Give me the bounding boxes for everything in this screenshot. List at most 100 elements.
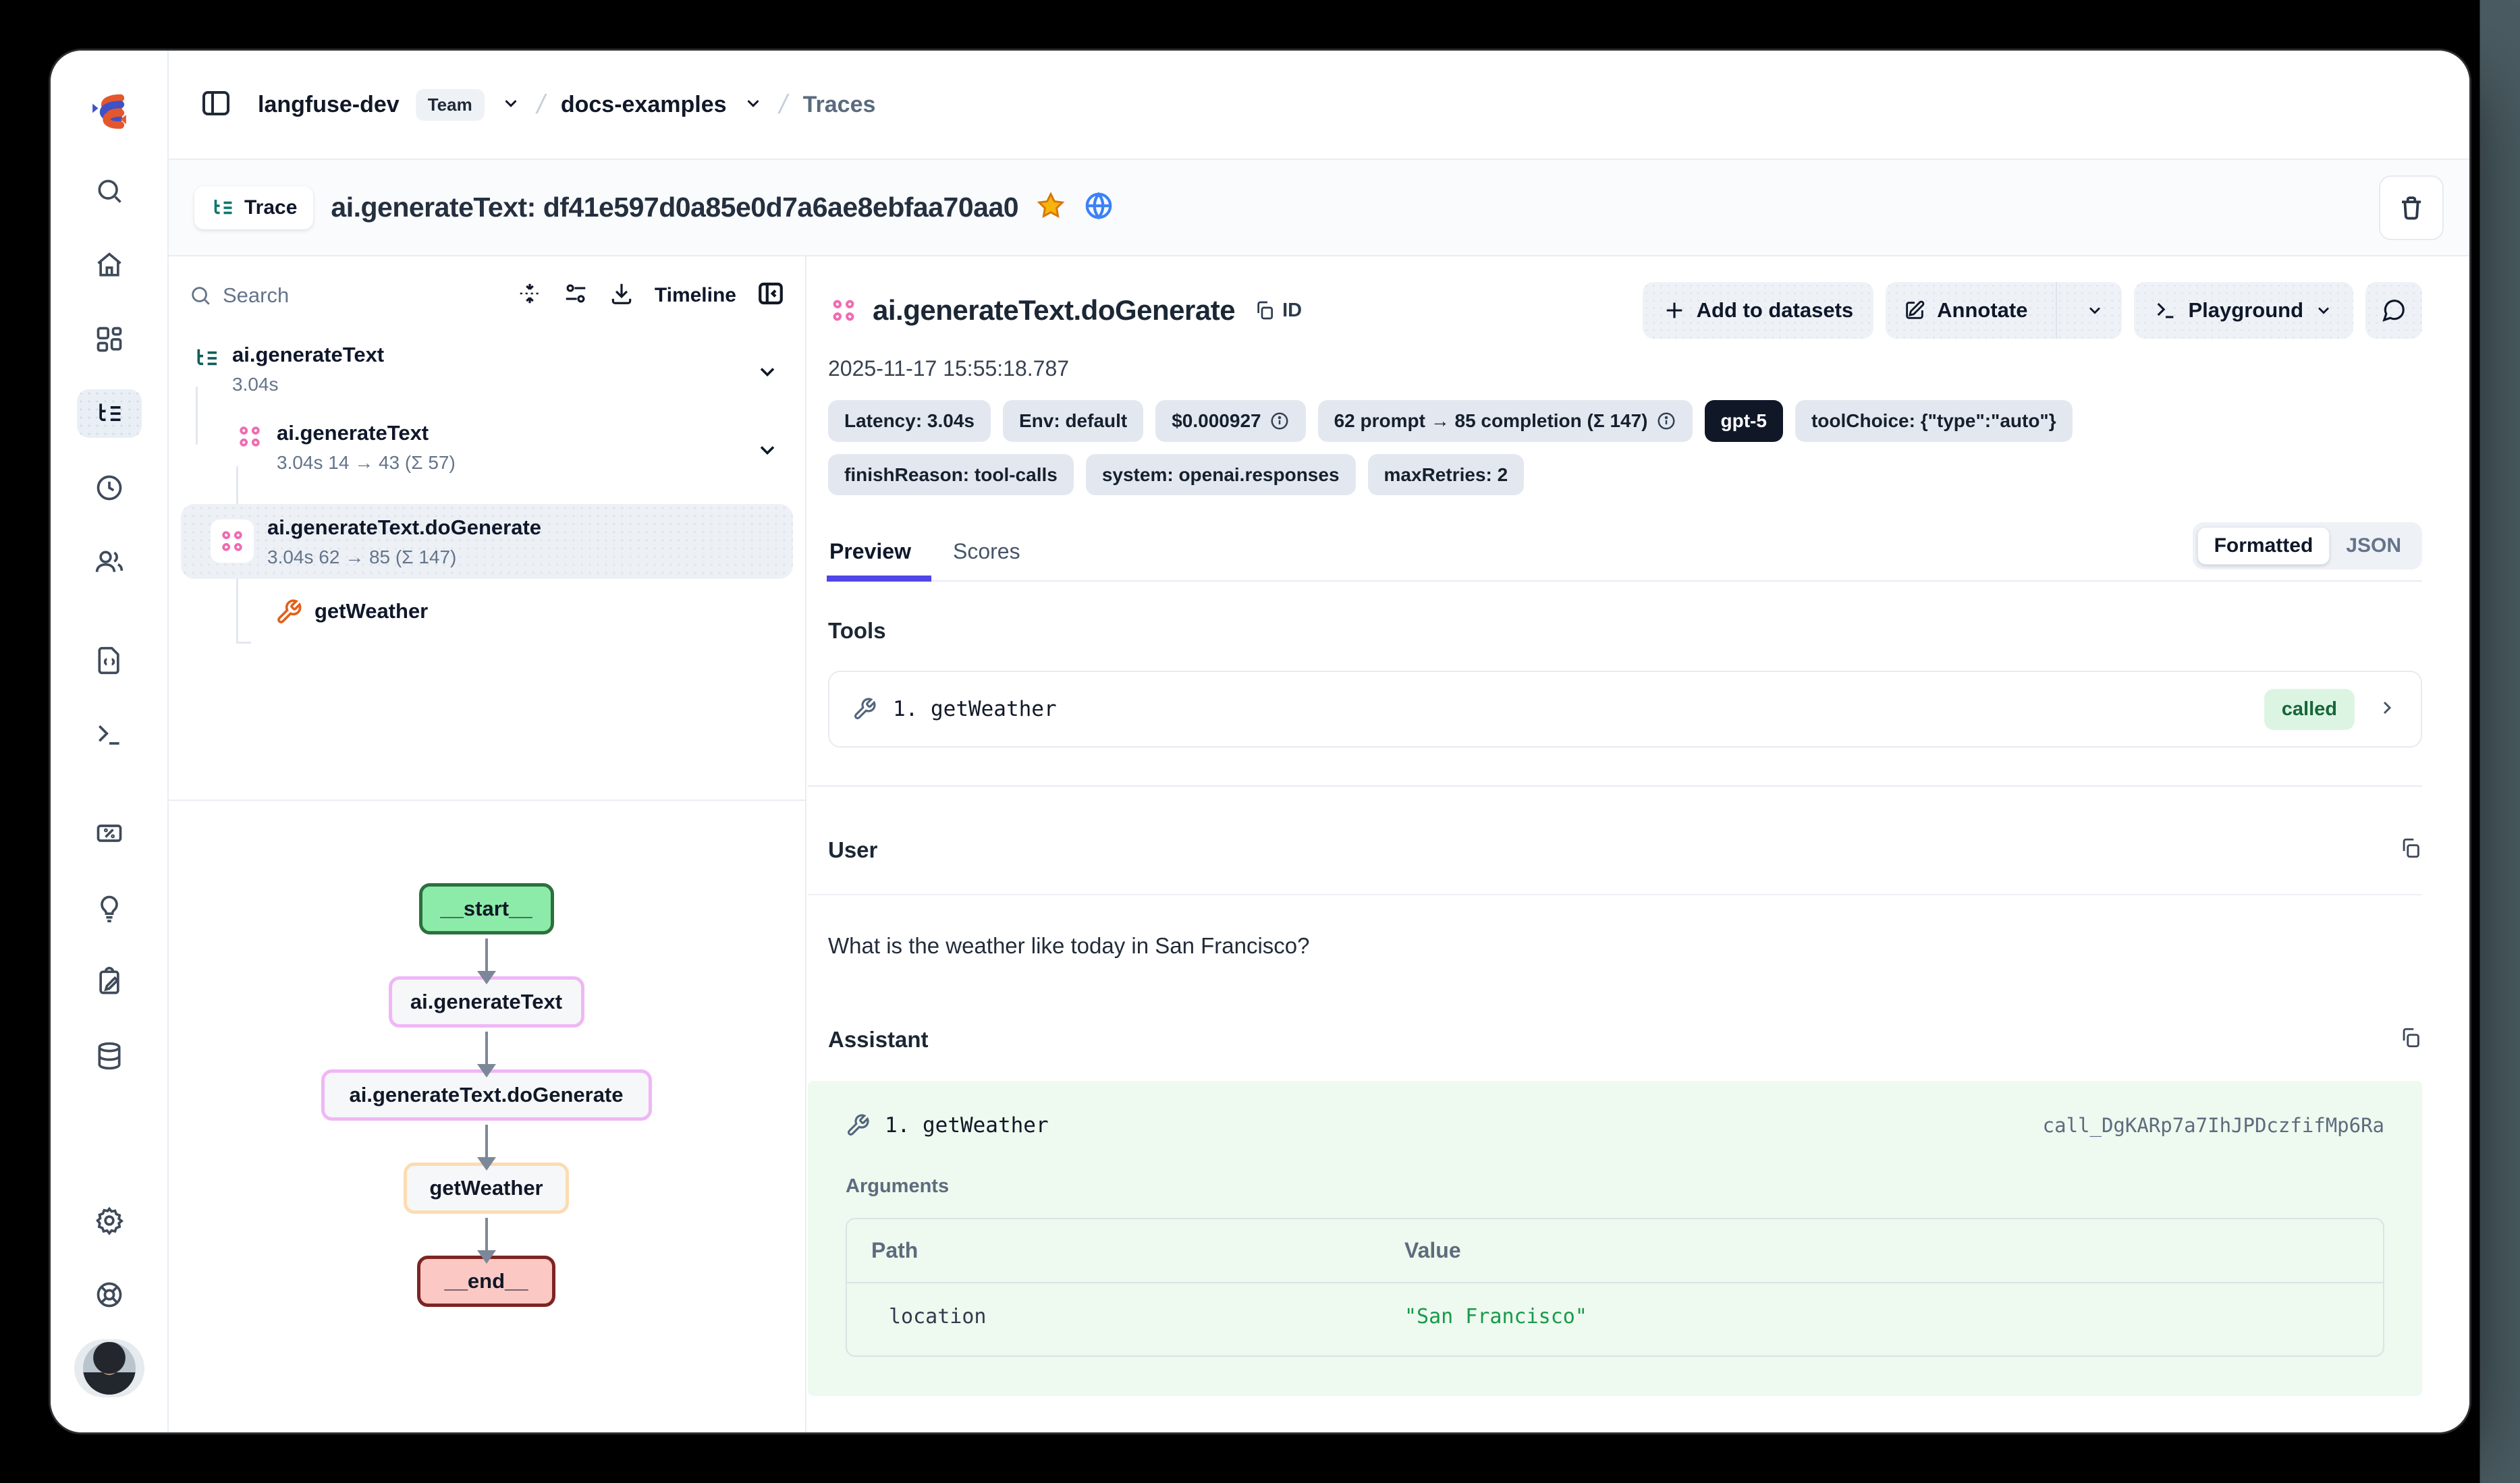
arguments-table-row: location "San Francisco" (847, 1283, 2383, 1355)
collapse-panel-icon[interactable] (757, 279, 785, 311)
copy-icon (2399, 1026, 2422, 1049)
public-globe-icon[interactable] (1083, 190, 1114, 225)
breadcrumb-separator: / (776, 90, 790, 120)
sidebar-item-scores[interactable] (77, 809, 142, 858)
agent-graph: __start__ ai.generateText ai.generateTex… (169, 801, 804, 1432)
sidebar-item-users[interactable] (77, 538, 142, 586)
token-usage-badge[interactable]: 62 prompt → 85 completion (Σ 147) (1318, 400, 1693, 442)
annotate-dropdown-button[interactable] (2068, 282, 2122, 339)
tab-scores[interactable]: Scores (952, 539, 1024, 580)
chevron-down-icon[interactable] (755, 438, 779, 466)
bookmark-star-icon[interactable] (1036, 191, 1066, 224)
user-section-heading: User (828, 837, 877, 863)
lightbulb-icon (94, 893, 124, 922)
tool-called-badge: called (2264, 689, 2355, 730)
sidebar-item-evaluators[interactable] (77, 883, 142, 932)
sidebar-item-settings[interactable] (77, 1196, 142, 1245)
user-avatar[interactable] (74, 1339, 144, 1397)
timeline-toggle[interactable]: Timeline (655, 284, 736, 307)
path-column-header: Path (871, 1238, 1404, 1263)
argument-path: location (871, 1305, 1404, 1328)
tree-toolbar: Timeline (169, 256, 805, 325)
tree-node-meta: 3.04s 62 → 85 (Σ 147) (267, 547, 541, 568)
delete-trace-button[interactable] (2379, 175, 2444, 240)
playground-button[interactable]: Playground (2134, 282, 2353, 339)
comment-bubble-icon (2381, 298, 2407, 323)
argument-value: "San Francisco" (1404, 1305, 1587, 1328)
format-json-option[interactable]: JSON (2330, 528, 2417, 564)
tree-node-label: getWeather (314, 598, 428, 625)
sidebar-item-sessions[interactable] (77, 464, 142, 512)
sidebar-item-support[interactable] (77, 1270, 142, 1319)
tree-node-generation[interactable]: ai.generateText 3.04s 14 → 43 (Σ 57) (185, 420, 789, 500)
chevron-down-icon[interactable] (501, 93, 521, 117)
sidebar-item-datasets[interactable] (77, 1032, 142, 1080)
search-icon (189, 284, 212, 307)
trace-tree-icon (94, 399, 124, 428)
clipboard-pen-icon (94, 967, 124, 997)
download-icon[interactable] (609, 281, 634, 310)
sidebar-toggle-icon[interactable] (200, 87, 232, 123)
cost-badge[interactable]: $0.000927 (1155, 400, 1305, 442)
breadcrumb-environment[interactable]: docs-examples (561, 92, 727, 118)
trash-icon (2397, 194, 2426, 222)
finish-reason-badge: finishReason: tool-calls (828, 454, 1074, 496)
observation-timestamp: 2025-11-17 15:55:18.787 (828, 356, 2422, 381)
sidebar-item-tracing[interactable] (77, 389, 142, 438)
tools-section-heading: Tools (828, 618, 2422, 644)
tree-node-label: ai.generateText (232, 342, 384, 368)
copy-user-content-button[interactable] (2399, 837, 2422, 863)
chevron-right-icon[interactable] (2376, 697, 2398, 722)
collapse-all-icon[interactable] (517, 281, 543, 310)
trace-title: ai.generateText: df41e597d0a85e0d7a6ae8e… (331, 192, 1018, 223)
arguments-table-header: Path Value (847, 1219, 2383, 1283)
chevron-down-icon[interactable] (743, 93, 763, 117)
sidebar-item-prompts[interactable] (77, 636, 142, 685)
tree-node-trace[interactable]: ai.generateText 3.04s (185, 342, 789, 420)
sidebar-item-dashboards[interactable] (77, 315, 142, 364)
tool-definition-row[interactable]: 1. getWeather called (828, 671, 2422, 748)
sidebar-item-playground[interactable] (77, 710, 142, 759)
tree-node-tool[interactable]: getWeather (185, 588, 789, 636)
terminal-icon (2154, 299, 2177, 322)
assistant-tool-call-block: 1. getWeather call_DgKARp7a7IhJPDczfifMp… (808, 1081, 2422, 1396)
copy-assistant-content-button[interactable] (2399, 1026, 2422, 1053)
chevron-down-icon[interactable] (755, 360, 779, 387)
search-input[interactable] (223, 283, 358, 308)
tab-preview[interactable]: Preview (828, 539, 915, 580)
percent-box-icon (94, 818, 124, 848)
copy-icon (2399, 837, 2422, 860)
comments-button[interactable] (2365, 282, 2422, 339)
user-section-heading-row: User (828, 837, 2422, 863)
tool-call-id: call_DgKARp7a7IhJPDczfifMp6Ra (2043, 1114, 2384, 1137)
top-navigation-bar: langfuse-dev Team / docs-examples / Trac… (169, 51, 2469, 160)
sidebar-item-annotation[interactable] (77, 957, 142, 1006)
breadcrumb-project[interactable]: langfuse-dev (258, 92, 400, 118)
copy-id-button[interactable]: ID (1254, 300, 1302, 322)
format-formatted-option[interactable]: Formatted (2197, 527, 2330, 565)
graph-node-start[interactable]: __start__ (419, 883, 554, 934)
tool-call-name: 1. getWeather (885, 1113, 1049, 1138)
model-badge[interactable]: gpt-5 (1705, 400, 1783, 442)
observation-detail-panel: ai.generateText.doGenerate ID Add to dat… (808, 256, 2469, 1432)
view-options-icon[interactable] (563, 281, 588, 310)
sidebar-item-home[interactable] (77, 241, 142, 289)
tree-node-list: ai.generateText 3.04s ai.generateText 3.… (169, 325, 805, 636)
langfuse-logo-icon[interactable] (86, 92, 132, 132)
sidebar-item-search[interactable] (77, 167, 142, 215)
breadcrumb-page[interactable]: Traces (803, 92, 876, 118)
section-divider (808, 785, 2422, 787)
tree-node-meta: 3.04s (232, 374, 384, 395)
trace-type-badge: Trace (194, 186, 313, 229)
tool-name: 1. getWeather (893, 697, 1057, 721)
add-to-datasets-button[interactable]: Add to datasets (1643, 282, 1874, 339)
graph-edge-arrow (485, 1218, 488, 1253)
gear-icon (94, 1206, 124, 1235)
generation-sparkle-icon (217, 526, 247, 556)
chevron-down-icon (2314, 301, 2333, 320)
plus-icon (1663, 299, 1686, 322)
annotate-button[interactable]: Annotate (1886, 282, 2045, 339)
tree-search[interactable] (189, 283, 497, 308)
tree-node-generation-selected[interactable]: ai.generateText.doGenerate 3.04s 62 → 85… (181, 504, 793, 579)
breadcrumb-separator: / (534, 90, 548, 120)
